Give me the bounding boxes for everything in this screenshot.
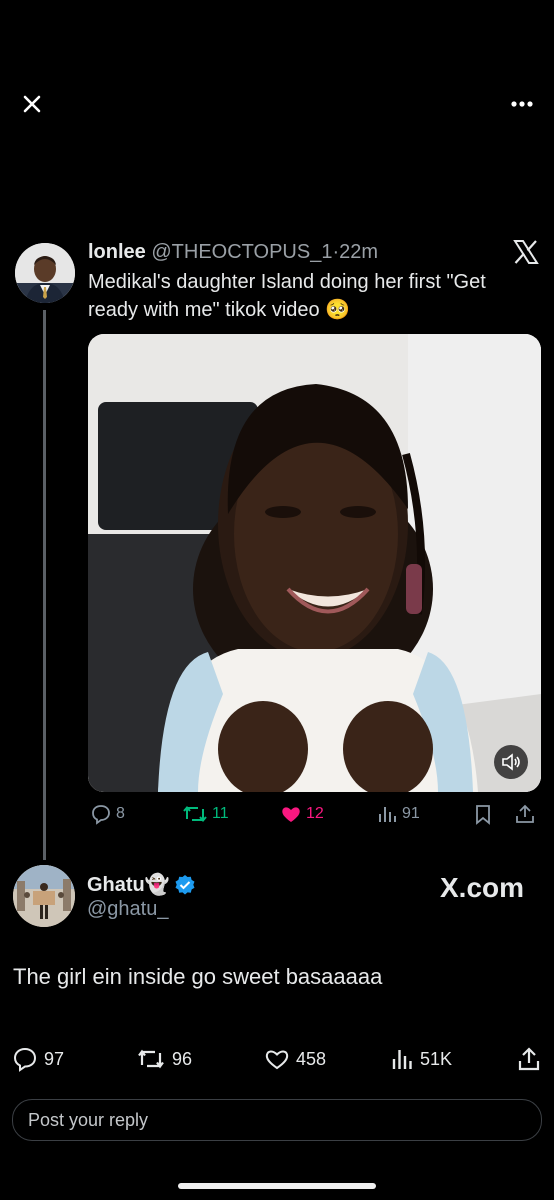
like-count: 458 <box>296 1048 327 1069</box>
heart-icon <box>265 1050 289 1070</box>
quoted-timestamp[interactable]: 22m <box>339 241 378 263</box>
share-action[interactable] <box>516 1046 542 1072</box>
reply-action[interactable]: 97 <box>12 1046 64 1072</box>
reply-icon <box>13 1047 37 1072</box>
more-icon <box>511 101 533 107</box>
views-chart-icon <box>379 807 396 822</box>
author-avatar[interactable] <box>13 865 75 927</box>
reply-input[interactable]: Post your reply <box>12 1099 542 1141</box>
author-handle[interactable]: @ghatu_ <box>87 898 168 921</box>
quoted-like-count: 12 <box>306 805 324 822</box>
heart-filled-icon <box>282 807 300 822</box>
author-display-name[interactable]: Ghatu👻 <box>87 872 170 897</box>
quoted-reply-count: 8 <box>116 805 125 822</box>
share-icon <box>518 1047 540 1071</box>
close-button[interactable] <box>18 90 46 118</box>
views-action[interactable]: 51K <box>390 1046 452 1072</box>
like-action[interactable]: 458 <box>264 1046 326 1072</box>
author-name-row: Ghatu👻 <box>87 872 196 897</box>
quoted-tweet-text: Medikal's daughter Island doing her firs… <box>88 271 486 321</box>
quoted-tweet-actions: 8 11 12 91 <box>88 803 538 829</box>
x-com-watermark: X.com <box>440 872 525 903</box>
more-options-button[interactable] <box>508 92 538 116</box>
verified-badge-icon <box>175 874 195 894</box>
quoted-views-action[interactable]: 91 <box>376 803 420 825</box>
mute-toggle-button[interactable] <box>494 745 528 779</box>
share-icon <box>516 804 534 823</box>
repost-action[interactable]: 96 <box>136 1046 192 1072</box>
home-indicator[interactable] <box>178 1183 376 1189</box>
quoted-views-count: 91 <box>402 805 420 822</box>
views-chart-icon <box>392 1050 412 1069</box>
reply-count: 97 <box>44 1048 65 1069</box>
x-logo-icon <box>512 238 540 266</box>
close-icon <box>23 95 41 113</box>
views-count: 51K <box>420 1048 453 1069</box>
repost-icon <box>183 805 207 823</box>
repost-icon <box>138 1049 164 1069</box>
reply-icon <box>92 805 110 825</box>
bookmark-icon <box>476 805 490 825</box>
quoted-video-thumbnail[interactable] <box>88 334 541 792</box>
quoted-reply-action[interactable]: 8 <box>90 803 125 825</box>
quoted-share-action[interactable] <box>514 803 536 825</box>
speaker-muted-icon <box>502 753 520 771</box>
tweet-actions: 97 96 458 51K <box>0 1046 554 1076</box>
thread-connector-line <box>43 310 46 860</box>
tweet-text: The girl ein inside go sweet basaaaaa <box>13 964 383 989</box>
quoted-author-avatar[interactable] <box>15 243 75 303</box>
quoted-tweet-header: lonlee @THEOCTOPUS_1·22m <box>88 240 378 264</box>
quoted-like-action[interactable]: 12 <box>280 803 324 825</box>
quoted-bookmark-action[interactable] <box>472 803 494 825</box>
quoted-author-handle[interactable]: @THEOCTOPUS_1 <box>151 241 332 263</box>
repost-count: 96 <box>172 1048 193 1069</box>
quoted-repost-action[interactable]: 11 <box>182 803 229 825</box>
quoted-author-name[interactable]: lonlee <box>88 241 146 263</box>
quoted-repost-count: 11 <box>212 805 229 822</box>
reply-placeholder: Post your reply <box>28 1110 149 1130</box>
